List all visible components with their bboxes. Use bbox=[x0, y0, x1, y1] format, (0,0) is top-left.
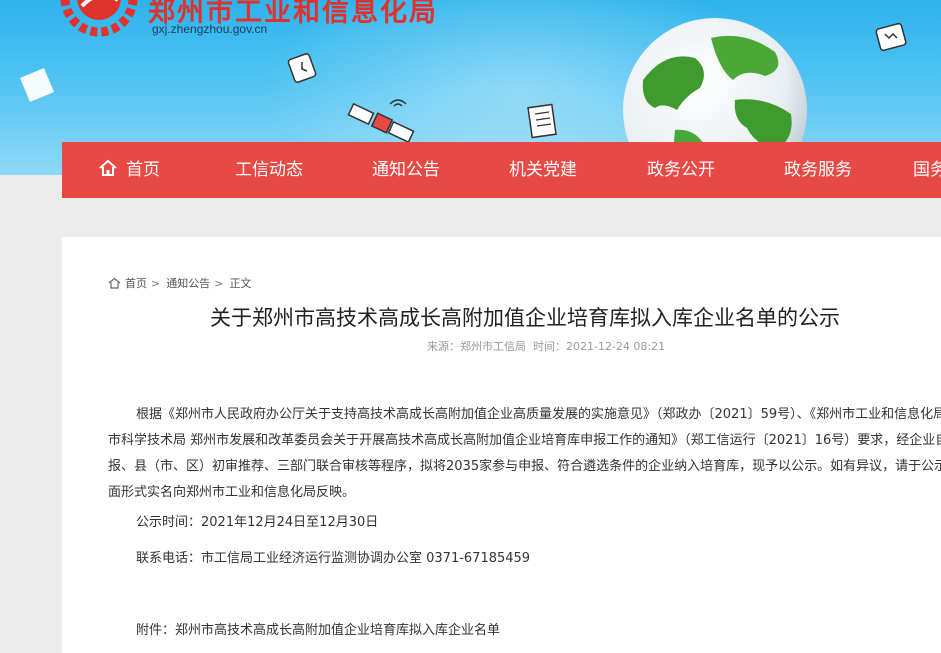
breadcrumb-notices[interactable]: 通知公告 bbox=[166, 275, 210, 291]
home-icon bbox=[99, 159, 117, 176]
article-title: 关于郑州市高技术高成长高附加值企业培育库拟入库企业名单的公示 bbox=[210, 306, 840, 330]
nav-item-gov-service[interactable]: 政务服务 bbox=[784, 142, 852, 198]
nav-label: 首页 bbox=[126, 160, 160, 180]
site-logo bbox=[60, 0, 138, 37]
nav-item-news[interactable]: 工信动态 bbox=[235, 142, 303, 198]
document-icon bbox=[527, 103, 557, 139]
home-icon bbox=[108, 277, 121, 289]
breadcrumb-current: 正文 bbox=[229, 277, 252, 290]
body-line: 报、县（市、区）初审推荐、三部门联合审核等程序，拟将2035家参与申报、符合遴选… bbox=[108, 459, 941, 474]
paper-icon bbox=[20, 68, 54, 102]
attachment-link[interactable]: 附件：郑州市高技术高成长高附加值企业培育库拟入库企业名单 bbox=[136, 619, 500, 638]
nav-item-more[interactable]: 国务 bbox=[913, 142, 941, 198]
site-domain: gxj.zhengzhou.gov.cn bbox=[152, 22, 268, 36]
chat-card-icon bbox=[875, 22, 907, 52]
article-source: 来源：郑州市工信局 bbox=[427, 340, 526, 353]
contact-phone: 联系电话：市工信局工业经济运行监测协调办公室 0371-67185459 bbox=[136, 551, 531, 566]
article-body: 根据《郑州市人民政府办公厅关于支持高技术高成长高附加值企业高质量发展的实施意见》… bbox=[108, 402, 941, 506]
chevron-right-icon: > bbox=[151, 276, 161, 290]
satellite-icon bbox=[347, 99, 415, 144]
clock-card-icon bbox=[287, 53, 317, 83]
breadcrumb-home[interactable]: 首页 bbox=[125, 275, 147, 291]
chevron-right-icon: > bbox=[214, 276, 224, 290]
notice-period: 公示时间：2021年12月24日至12月30日 bbox=[136, 515, 379, 530]
body-line: 根据《郑州市人民政府办公厅关于支持高技术高成长高附加值企业高质量发展的实施意见》… bbox=[136, 407, 941, 422]
nav-item-party[interactable]: 机关党建 bbox=[509, 142, 577, 198]
nav-item-notices[interactable]: 通知公告 bbox=[372, 142, 440, 198]
body-line: 市科学技术局 郑州市发展和改革委员会关于开展高技术高成长高附加值企业培育库申报工… bbox=[108, 433, 941, 448]
nav-item-home[interactable]: 首页 bbox=[98, 142, 160, 198]
article-time: 时间：2021-12-24 08:21 bbox=[533, 340, 666, 353]
body-line: 面形式实名向郑州市工业和信息化局反映。 bbox=[108, 485, 356, 500]
article-meta: 来源：郑州市工信局 时间：2021-12-24 08:21 bbox=[427, 338, 665, 354]
breadcrumb: 首页 > 通知公告 > 正文 bbox=[108, 275, 251, 291]
nav-item-gov-open[interactable]: 政务公开 bbox=[647, 142, 715, 198]
main-nav: 首页 工信动态 通知公告 机关党建 政务公开 政务服务 国务 bbox=[62, 142, 941, 198]
